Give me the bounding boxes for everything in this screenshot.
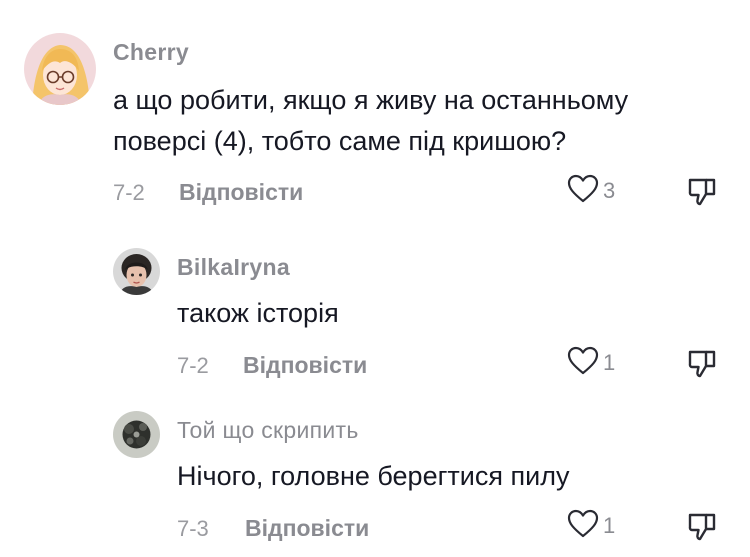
thumbs-down-icon bbox=[686, 178, 718, 212]
username[interactable]: BilkaIryna bbox=[177, 254, 290, 281]
like-count: 3 bbox=[603, 178, 616, 203]
heart-outline-icon bbox=[567, 346, 599, 381]
like-count: 1 bbox=[603, 513, 616, 538]
like-button[interactable]: 1 bbox=[567, 509, 616, 544]
comment-date: 7-2 bbox=[113, 180, 145, 205]
dislike-button[interactable] bbox=[686, 348, 718, 380]
like-button[interactable]: 1 bbox=[567, 346, 616, 381]
comment-reply-item: BilkaIryna також історія 7-2 Відповісти … bbox=[0, 240, 750, 390]
like-button[interactable]: 3 bbox=[567, 174, 616, 209]
username[interactable]: Той що скрипить bbox=[177, 417, 359, 444]
comment-item: Cherry а що робити, якщо я живу на остан… bbox=[0, 0, 750, 215]
reply-button[interactable]: Відповісти bbox=[179, 179, 303, 206]
heart-outline-icon bbox=[567, 509, 599, 544]
comment-text-line-1: Нічого, головне берегтися пилу bbox=[177, 461, 570, 491]
avatar[interactable] bbox=[113, 248, 160, 295]
dislike-button[interactable] bbox=[686, 176, 718, 208]
thumbs-down-icon bbox=[686, 513, 718, 547]
username[interactable]: Cherry bbox=[113, 39, 189, 66]
reply-button[interactable]: Відповісти bbox=[245, 515, 369, 542]
like-count: 1 bbox=[603, 350, 616, 375]
thumbs-down-icon bbox=[686, 350, 718, 384]
avatar[interactable] bbox=[113, 411, 160, 458]
comment-text-line-2: поверсі (4), тобто саме під кришою? bbox=[113, 126, 567, 156]
comment-date: 7-3 bbox=[177, 516, 209, 541]
heart-outline-icon bbox=[567, 174, 599, 209]
comment-text-line-1: також історія bbox=[177, 298, 339, 328]
comment-text-line-1: а що робити, якщо я живу на останньому bbox=[113, 85, 629, 115]
comment-reply-item: Той що скрипить Нічого, головне берегтис… bbox=[0, 405, 750, 557]
dislike-button[interactable] bbox=[686, 511, 718, 543]
reply-button[interactable]: Відповісти bbox=[243, 352, 367, 379]
comment-date: 7-2 bbox=[177, 353, 209, 378]
avatar[interactable] bbox=[24, 33, 96, 105]
